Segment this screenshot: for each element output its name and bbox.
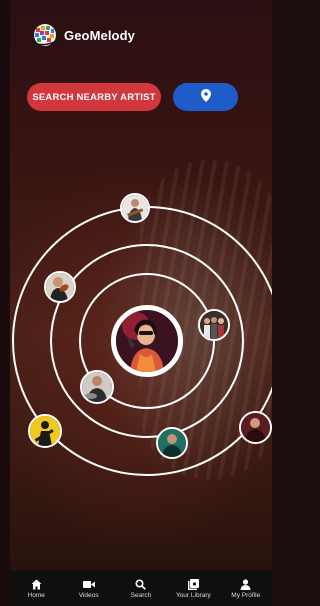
bottom-navigation: Home Videos Search Your Library My Profi… xyxy=(10,571,272,606)
nav-profile[interactable]: My Profile xyxy=(221,578,271,599)
search-icon xyxy=(135,578,147,590)
video-camera-icon xyxy=(82,578,95,590)
orbit-rings xyxy=(12,206,272,476)
artist-avatar-edge-performer[interactable] xyxy=(239,411,272,444)
nav-profile-label: My Profile xyxy=(231,592,261,599)
nav-home-label: Home xyxy=(27,592,45,599)
artist-avatar-violinist[interactable] xyxy=(44,271,76,303)
home-icon xyxy=(30,578,42,590)
artist-avatar-band[interactable] xyxy=(198,309,230,341)
artist-avatar-yellow-guitarist[interactable] xyxy=(28,414,62,448)
library-icon xyxy=(187,578,199,590)
nav-search[interactable]: Search xyxy=(116,578,166,599)
nav-home[interactable]: Home xyxy=(11,578,61,599)
nav-library[interactable]: Your Library xyxy=(168,578,218,599)
nav-videos[interactable]: Videos xyxy=(64,578,114,599)
nav-search-label: Search xyxy=(130,592,152,599)
artist-avatar-guitarist-top[interactable] xyxy=(120,193,150,223)
nav-library-label: Your Library xyxy=(175,592,211,599)
artist-avatar-drummer[interactable] xyxy=(80,370,114,404)
profile-icon xyxy=(240,578,252,590)
artist-avatar-teal-singer[interactable] xyxy=(156,427,188,459)
nav-videos-label: Videos xyxy=(78,592,99,599)
featured-artist-avatar[interactable] xyxy=(111,305,183,377)
app-screen: GeoMelody SEARCH NEARBY ARTIST Home Vide… xyxy=(0,0,272,606)
